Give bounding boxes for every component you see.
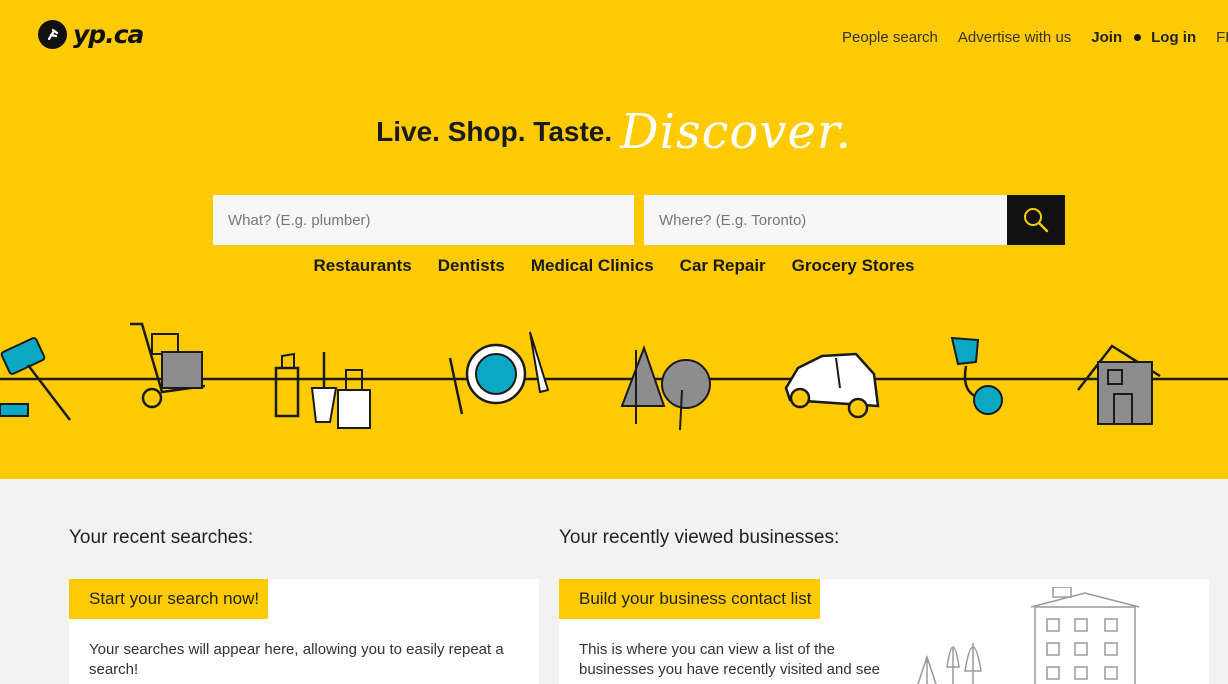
recent-searches-tag: Start your search now! [69, 579, 269, 619]
recent-searches-title: Your recent searches: [69, 527, 254, 548]
recent-searches-description: Your searches will appear here, allowing… [89, 640, 504, 680]
recent-searches-card: Start your search now! Your searches wil… [69, 579, 539, 684]
recent-businesses-title: Your recently viewed businesses: [559, 527, 840, 548]
logo-text: yp.ca [73, 20, 144, 49]
walking-fingers-icon [38, 20, 67, 49]
category-link-grocery-stores[interactable]: Grocery Stores [792, 256, 915, 276]
recent-businesses-line-1: This is where you can view a list of the [579, 641, 835, 658]
top-navigation: People search Advertise with us Join Log… [842, 29, 1228, 46]
people-search-link[interactable]: People search [842, 29, 938, 46]
house-icon [1077, 344, 1161, 425]
recent-businesses-tag: Build your business contact list [559, 579, 821, 619]
join-link[interactable]: Join [1091, 29, 1122, 46]
recent-businesses-description: This is where you can view a list of the… [579, 640, 880, 680]
recent-searches-line-1: Your searches will appear here, allowing… [89, 641, 504, 658]
category-link-medical-clinics[interactable]: Medical Clinics [531, 256, 654, 276]
category-link-dentists[interactable]: Dentists [438, 256, 505, 276]
hero-banner: yp.ca People search Advertise with us Jo… [0, 0, 1228, 479]
category-illustration [0, 322, 1228, 431]
recent-businesses-line-2: businesses you have recently visited and… [579, 661, 881, 678]
car-icon [784, 352, 880, 419]
what-search-input[interactable] [213, 195, 634, 245]
trees-icon [620, 345, 711, 431]
headline: Live. Shop. Taste. Discover. [0, 104, 1228, 160]
where-search-input[interactable] [644, 195, 1007, 245]
plug-icon [950, 336, 1003, 415]
language-toggle[interactable]: FR [1216, 29, 1228, 46]
hand-truck-icon [130, 322, 206, 409]
yp-logo[interactable]: yp.ca [38, 20, 144, 49]
cosmetics-icon [274, 352, 371, 429]
search-icon [1024, 208, 1049, 233]
search-button[interactable] [1007, 195, 1065, 245]
category-link-car-repair[interactable]: Car Repair [680, 256, 766, 276]
plate-cutlery-icon [448, 331, 550, 415]
headline-main: Live. Shop. Taste. [376, 116, 613, 147]
recent-businesses-card: Build your business contact list This is… [559, 579, 1209, 684]
headline-script: Discover. [620, 104, 852, 160]
advertise-link[interactable]: Advertise with us [958, 29, 1071, 46]
recent-searches-line-2: search! [89, 661, 139, 678]
popular-categories: Restaurants Dentists Medical Clinics Car… [0, 256, 1228, 276]
category-link-restaurants[interactable]: Restaurants [314, 256, 412, 276]
nav-separator-dot [1134, 34, 1142, 41]
building-illustration-icon [917, 587, 1140, 684]
login-link[interactable]: Log in [1151, 29, 1196, 46]
